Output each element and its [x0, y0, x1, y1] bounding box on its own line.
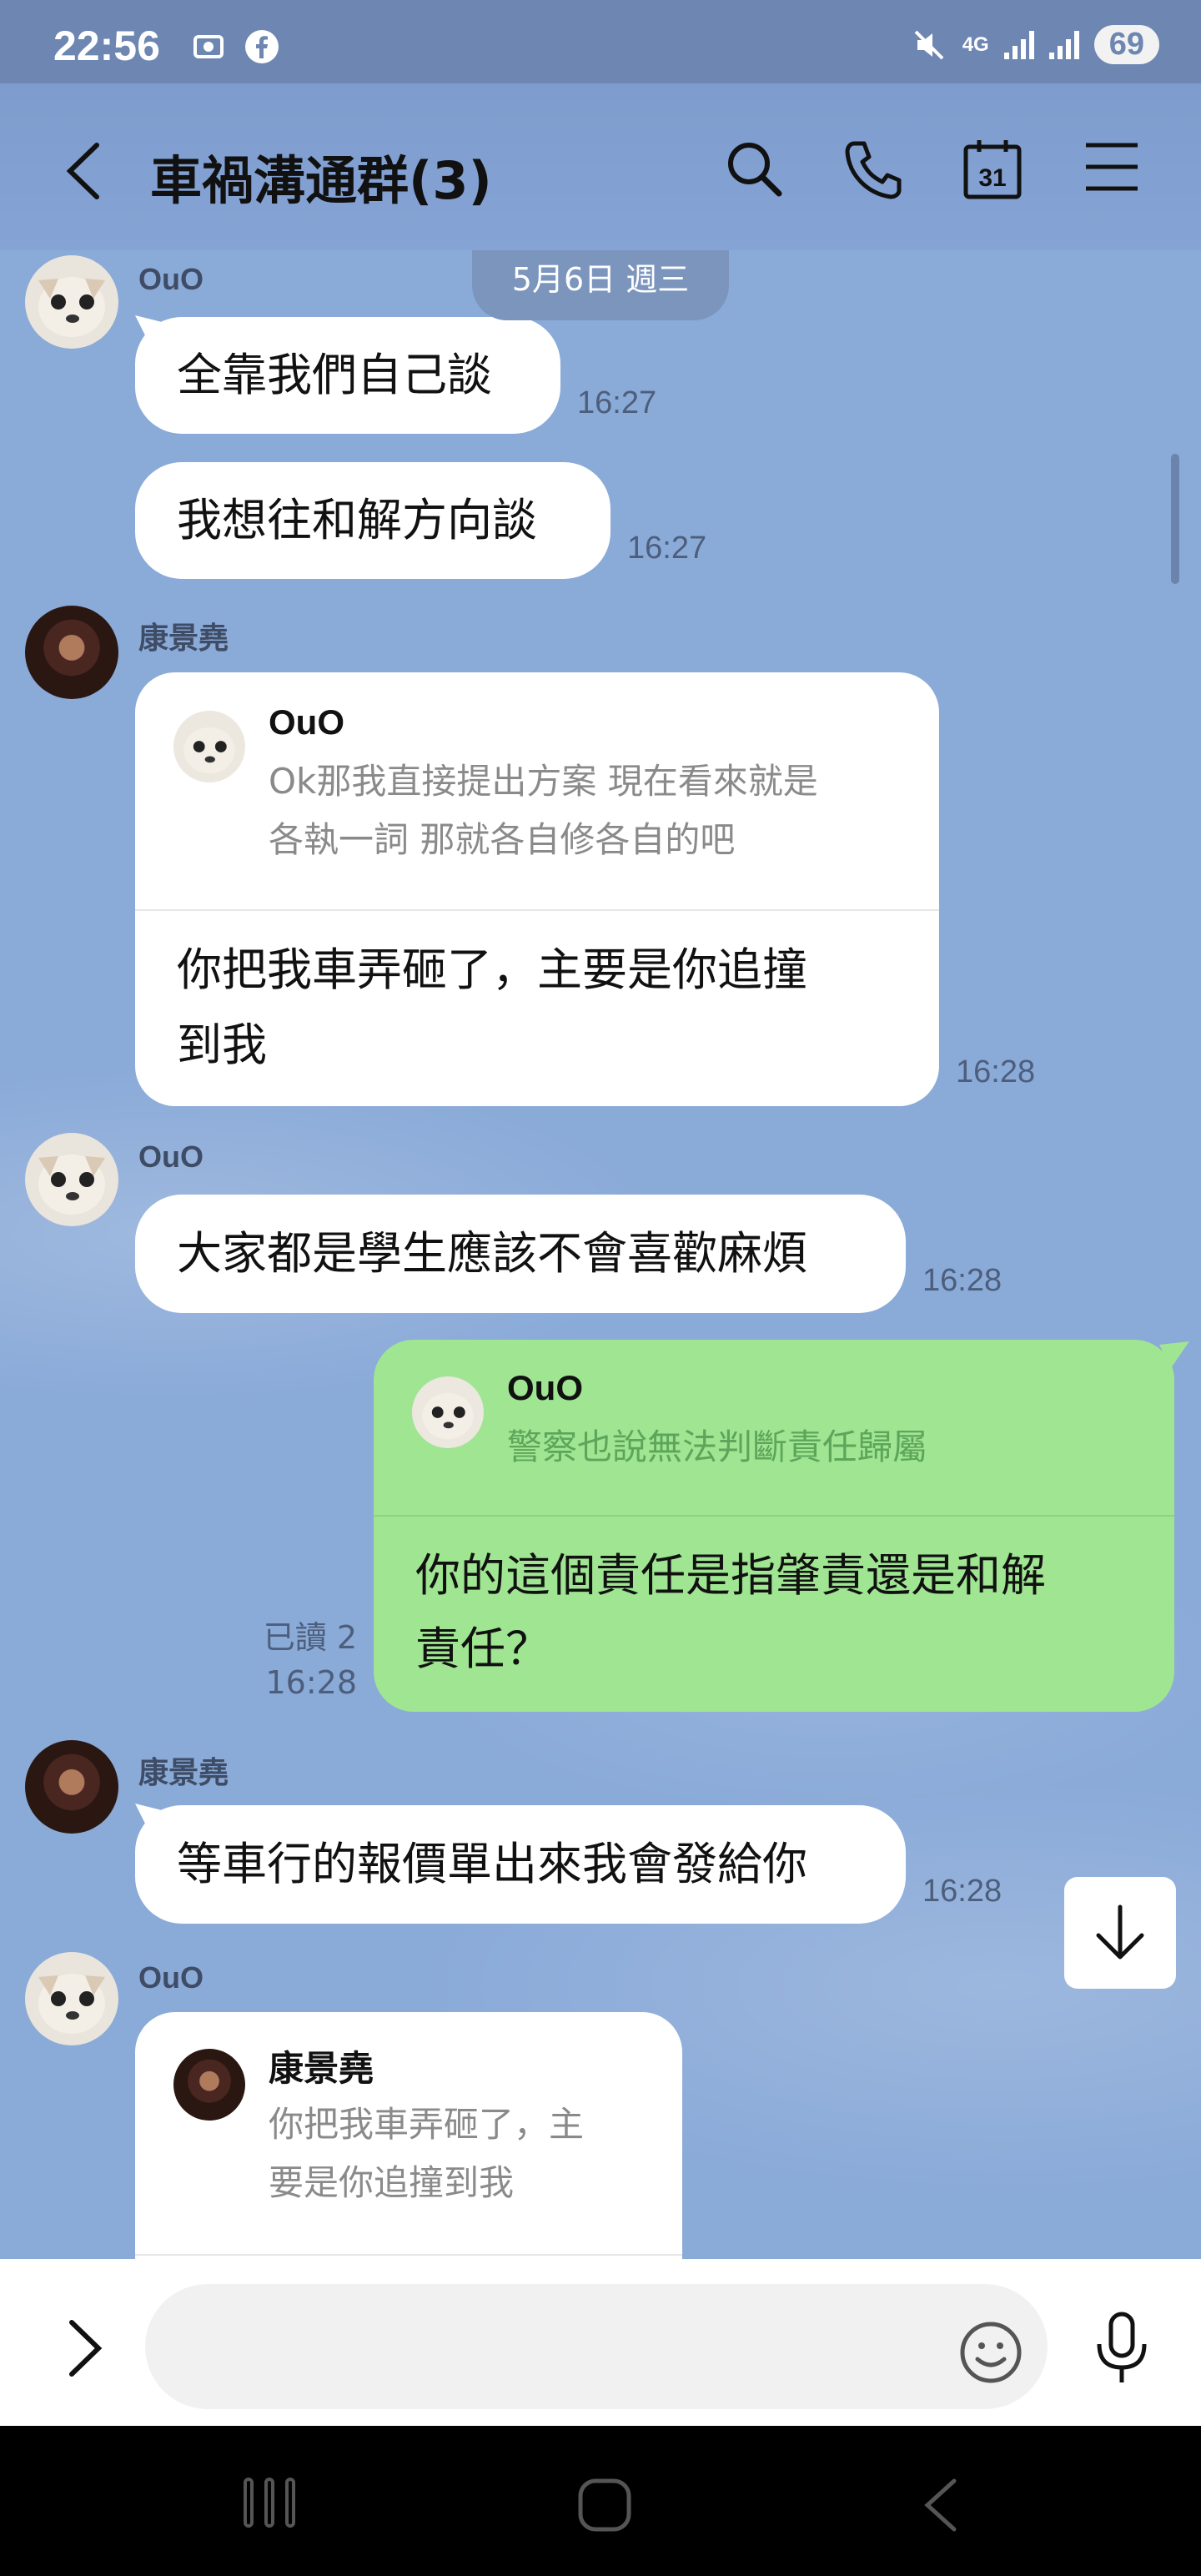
message-bubble[interactable]: 大家都是學生應該不會喜歡麻煩	[135, 1195, 906, 1313]
avatar-ouo[interactable]	[25, 255, 118, 349]
quoted-message[interactable]: OuO Ok那我直接提出方案 現在看來就是 各執一詞 那就各自修各自的吧	[135, 672, 939, 911]
recent-apps-icon[interactable]	[240, 2476, 299, 2529]
message-time: 16:28	[956, 1054, 1036, 1089]
quoted-text-line1: 你把我車弄砸了，主	[269, 2104, 585, 2145]
sender-name: OuO	[138, 262, 204, 296]
quoted-sender: OuO	[507, 1368, 583, 1407]
quoted-message[interactable]: 康景堯 你把我車弄砸了，主 要是你追撞到我	[135, 2012, 682, 2256]
message-time: 16:27	[627, 531, 707, 566]
screenshot-icon	[193, 35, 224, 58]
network-type: 4G	[962, 33, 989, 56]
quoted-sender: 康景堯	[269, 2049, 374, 2088]
message-text: 大家都是學生應該不會喜歡麻煩	[177, 1227, 807, 1280]
scrollbar[interactable]	[1171, 454, 1179, 584]
avatar-kang[interactable]	[25, 1740, 118, 1834]
chat-title: 車禍溝通群(3)	[150, 150, 492, 211]
phone-icon[interactable]	[842, 138, 904, 200]
message-text: 全靠我們自己談	[177, 349, 492, 401]
message-bubble[interactable]: 等車行的報價單出來我會發給你	[135, 1804, 906, 1924]
quoted-sender: OuO	[269, 702, 344, 742]
message-time: 16:28	[922, 1263, 1003, 1298]
scroll-to-bottom-button[interactable]	[1064, 1877, 1176, 1989]
sender-name: 康景堯	[138, 1755, 229, 1789]
sender-name: OuO	[138, 1140, 204, 1174]
status-system-icons: 4G 69	[911, 25, 1159, 64]
status-notification-icons	[190, 28, 280, 65]
date-divider: 5月6日 週三	[472, 250, 729, 320]
back-arrow-icon[interactable]	[63, 142, 105, 200]
signal-icon	[1003, 30, 1034, 59]
chevron-right-icon[interactable]	[67, 2319, 103, 2377]
svg-text:31: 31	[978, 164, 1006, 192]
avatar-kang[interactable]	[25, 606, 118, 699]
home-icon[interactable]	[575, 2476, 634, 2534]
message-input-bar	[0, 2259, 1201, 2426]
chat-header: 車禍溝通群(3) 31	[0, 83, 1201, 250]
message-text: 我想往和解方向談	[177, 494, 537, 546]
message-time: 16:28	[265, 1664, 357, 1701]
avatar-ouo[interactable]	[25, 1133, 118, 1226]
message-list[interactable]: OuO 全靠我們自己談 16:27 5月6日 週三 我想往和解方向談 16:27…	[0, 250, 1201, 2259]
message-time: 16:28	[922, 1874, 1003, 1909]
message-text-line2: 到我	[177, 1019, 267, 1071]
system-back-icon[interactable]	[919, 2476, 961, 2534]
message-bubble[interactable]: 全靠我們自己談	[135, 315, 560, 434]
signal-icon-2	[1048, 30, 1079, 59]
message-text-line2: 責任？	[415, 1623, 550, 1675]
facebook-icon	[245, 30, 279, 63]
microphone-icon[interactable]	[1093, 2311, 1151, 2386]
message-text: 等車行的報價單出來我會發給你	[177, 1838, 807, 1890]
status-bar: 22:56 4G 69	[0, 0, 1201, 83]
quoted-avatar	[173, 711, 245, 782]
quoted-text-line1: Ok那我直接提出方案 現在看來就是	[269, 761, 818, 802]
message-text-line1: 你把我車弄砸了，主要是你追撞	[177, 943, 807, 996]
emoji-icon[interactable]	[959, 2321, 1023, 2384]
arrow-down-icon	[1096, 1904, 1144, 1960]
message-text-line1: 你的這個責任是指肇責還是和解	[415, 1549, 1046, 1602]
message-input[interactable]	[145, 2284, 1048, 2409]
sender-name: OuO	[138, 1960, 204, 1995]
quoted-avatar	[173, 2049, 245, 2121]
read-status: 已讀 2	[263, 1619, 357, 1656]
bubble-tail	[135, 315, 168, 349]
read-receipt: 已讀 2 16:28	[234, 1615, 357, 1705]
quoted-text-line2: 各執一詞 那就各自修各自的吧	[269, 819, 736, 860]
message-time: 16:27	[577, 385, 657, 420]
reply-message-card[interactable]: 康景堯 你把我車弄砸了，主 要是你追撞到我	[135, 2012, 682, 2259]
quoted-text-line2: 要是你追撞到我	[269, 2162, 515, 2203]
quoted-text-line1: 警察也說無法判斷責任歸屬	[507, 1426, 928, 1467]
outgoing-reply-card[interactable]: OuO 警察也說無法判斷責任歸屬 你的這個責任是指肇責還是和解 責任？	[374, 1340, 1174, 1712]
quoted-avatar	[412, 1376, 484, 1448]
bubble-tail	[1159, 1341, 1189, 1368]
quoted-message[interactable]: OuO 警察也說無法判斷責任歸屬	[374, 1340, 1174, 1517]
status-time: 22:56	[53, 23, 160, 69]
avatar-ouo[interactable]	[25, 1952, 118, 2045]
system-navigation-bar	[0, 2426, 1201, 2576]
battery-indicator: 69	[1093, 25, 1159, 64]
reply-message-card[interactable]: OuO Ok那我直接提出方案 現在看來就是 各執一詞 那就各自修各自的吧 你把我…	[135, 672, 939, 1106]
sender-name: 康景堯	[138, 621, 229, 655]
search-icon[interactable]	[724, 138, 784, 199]
mute-icon	[914, 30, 944, 59]
bubble-tail	[135, 1804, 168, 1837]
calendar-icon[interactable]: 31	[962, 138, 1023, 200]
menu-icon[interactable]	[1084, 138, 1139, 194]
message-bubble[interactable]: 我想往和解方向談	[135, 462, 611, 579]
